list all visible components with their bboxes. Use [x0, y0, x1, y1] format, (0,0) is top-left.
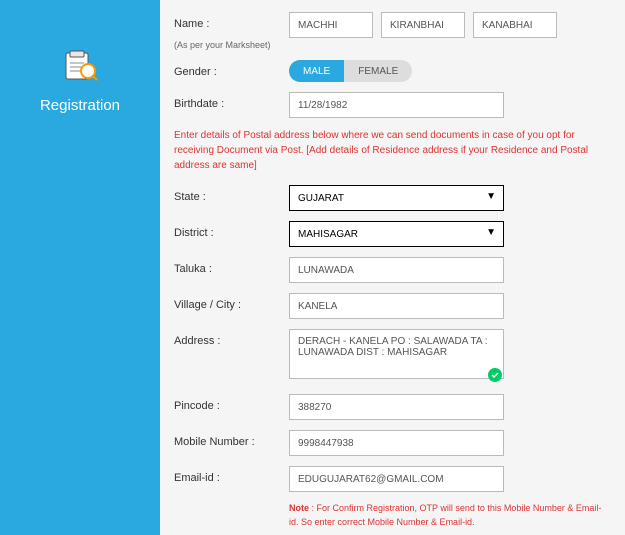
check-icon [488, 368, 502, 382]
registration-icon [60, 45, 100, 85]
district-select[interactable]: MAHISAGAR [289, 221, 504, 247]
postal-info-text: Enter details of Postal address below wh… [174, 128, 605, 173]
village-input[interactable] [289, 293, 504, 319]
marksheet-sublabel: (As per your Marksheet) [174, 40, 605, 50]
gender-male-button[interactable]: MALE [289, 60, 344, 82]
address-textarea[interactable]: DERACH - KANELA PO : SALAWADA TA : LUNAW… [289, 329, 504, 379]
name-label: Name : [174, 12, 289, 30]
state-label: State : [174, 185, 289, 203]
village-label: Village / City : [174, 293, 289, 311]
state-select[interactable]: GUJARAT [289, 185, 504, 211]
sidebar-title: Registration [40, 97, 120, 114]
otp-note: Note : For Confirm Registration, OTP wil… [289, 502, 605, 529]
pincode-input[interactable] [289, 394, 504, 420]
surname-input[interactable] [289, 12, 373, 38]
birthdate-input[interactable] [289, 92, 504, 118]
gender-toggle: MALE FEMALE [289, 60, 412, 82]
birthdate-label: Birthdate : [174, 92, 289, 110]
taluka-input[interactable] [289, 257, 504, 283]
fathername-input[interactable] [473, 12, 557, 38]
pincode-label: Pincode : [174, 394, 289, 412]
gender-female-button[interactable]: FEMALE [344, 60, 412, 82]
district-label: District : [174, 221, 289, 239]
form-panel: Name : (As per your Marksheet) Gender : … [160, 0, 625, 535]
email-input[interactable] [289, 466, 504, 492]
email-label: Email-id : [174, 466, 289, 484]
mobile-label: Mobile Number : [174, 430, 289, 448]
gender-label: Gender : [174, 60, 289, 78]
mobile-input[interactable] [289, 430, 504, 456]
address-label: Address : [174, 329, 289, 347]
firstname-input[interactable] [381, 12, 465, 38]
taluka-label: Taluka : [174, 257, 289, 275]
sidebar: Registration [0, 0, 160, 535]
